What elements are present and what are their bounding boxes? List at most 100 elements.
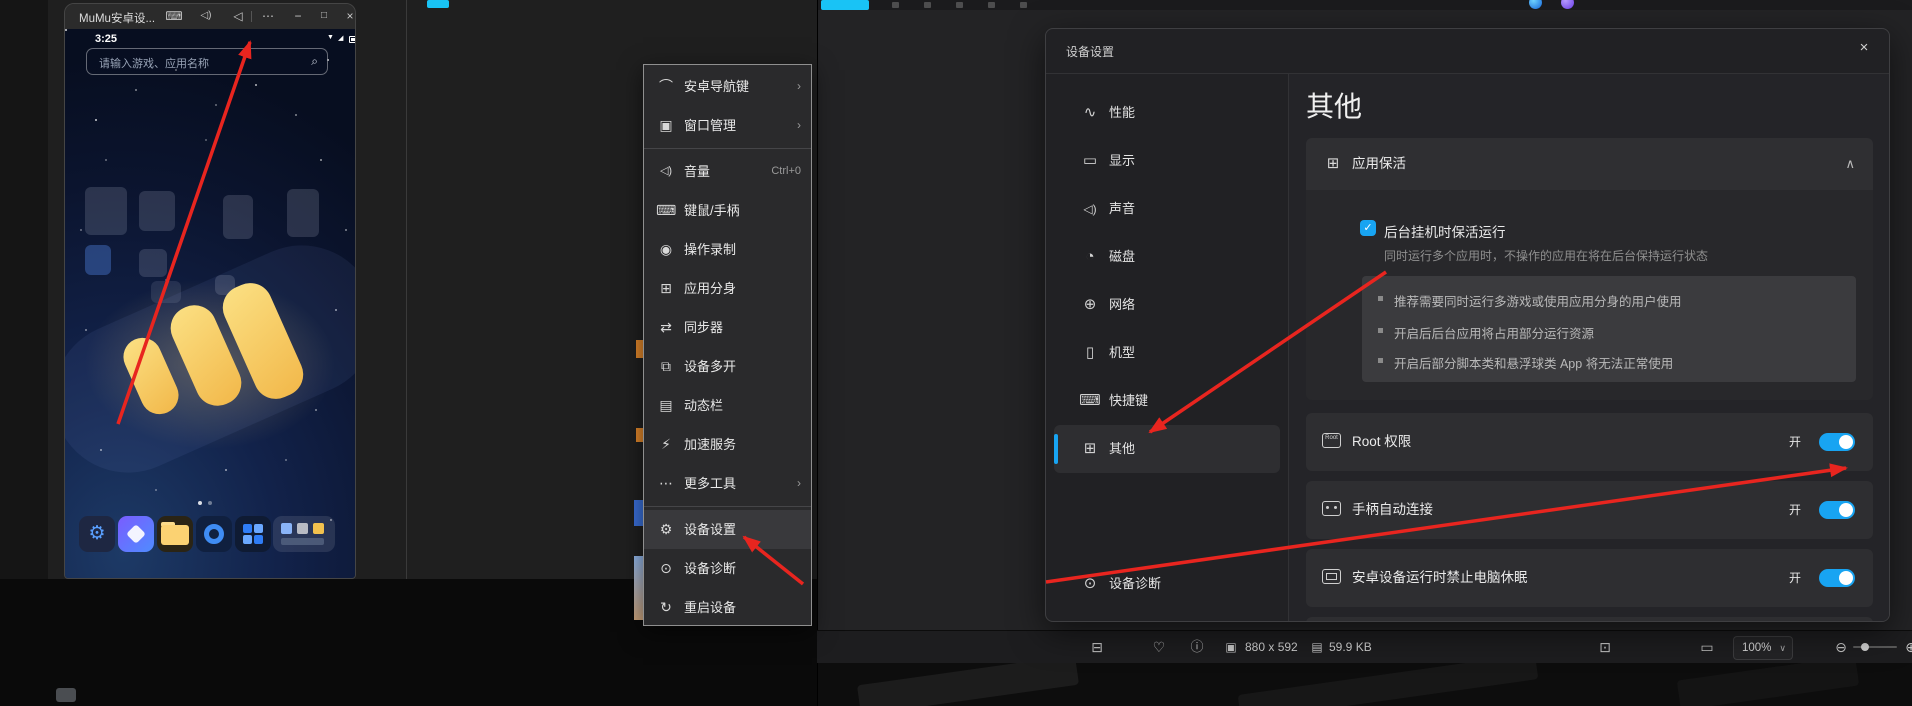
keep-alive-description: 同时运行多个应用时，不操作的应用在将在后台保持运行状态 — [1384, 249, 1709, 263]
phone-statusbar: 3:25 ▼ ◢ — [65, 29, 355, 47]
sidebar-item-diagnose[interactable]: ⊙ 设备诊断 — [1054, 560, 1280, 608]
ghost-app-tile — [287, 189, 319, 237]
toolbar-app-icon-blue[interactable] — [1529, 0, 1542, 9]
file-size: 59.9 KB — [1329, 640, 1372, 654]
titlebar-separator — [251, 11, 252, 22]
menu-item-sync[interactable]: ⇄ 同步器 — [644, 308, 811, 347]
bullet-mark — [1378, 296, 1383, 301]
other-icon: ⊞ — [1083, 440, 1097, 457]
toolbar-icon[interactable] — [924, 2, 931, 8]
menu-item-volume[interactable]: ◁) 音量 Ctrl+0 — [644, 152, 811, 191]
disk-icon: ◔ — [1085, 248, 1095, 265]
emulator-title: MuMu安卓设... — [79, 13, 156, 25]
volume-icon[interactable]: ◁) — [197, 7, 215, 25]
menu-divider — [644, 148, 811, 149]
page-title-other: 其他 — [1306, 91, 1363, 122]
favorite-icon[interactable]: ♡ — [1149, 631, 1169, 663]
zoom-slider-knob[interactable] — [1861, 643, 1869, 651]
toolbar-icon[interactable] — [1020, 2, 1027, 8]
sidebar-item-performance[interactable]: ∿ 性能 — [1054, 89, 1280, 137]
sidebar-item-network[interactable]: ⊕ 网络 — [1054, 281, 1280, 329]
keep-alive-header[interactable]: ⊞ 应用保活 ∧ — [1306, 138, 1873, 190]
menu-item-app-clone[interactable]: ⊞ 应用分身 — [644, 269, 811, 308]
menu-item-android-nav[interactable]: ⌒ 安卓导航键 › — [644, 67, 811, 106]
toolbar-blue-button[interactable] — [821, 0, 869, 10]
dock-folder[interactable] — [157, 516, 193, 552]
menu-item-keyboard-gamepad[interactable]: ⌨ 键鼠/手柄 — [644, 191, 811, 230]
toggle-state-label: 开 — [1788, 503, 1801, 517]
window-manage-icon: ▣ — [659, 117, 673, 133]
search-icon[interactable]: ⌕ — [311, 54, 318, 69]
menu-item-multi-instance[interactable]: ⧉ 设备多开 — [644, 347, 811, 386]
collapse-icon[interactable]: ∧ — [1845, 138, 1855, 190]
root-permission-toggle[interactable] — [1819, 433, 1855, 451]
keep-alive-icon: ⊞ — [1326, 155, 1340, 172]
more-menu-icon[interactable]: ⋯ — [259, 7, 277, 25]
search-placeholder: 请输入游戏、应用名称 — [99, 58, 209, 70]
menu-item-restart[interactable]: ↻ 重启设备 — [644, 588, 811, 627]
fit-to-window-icon[interactable]: ⊡ — [1595, 631, 1615, 663]
dock-store-app[interactable] — [118, 516, 154, 552]
android-screen[interactable]: 3:25 ▼ ◢ 请输入游戏、应用名称 ⌕ ⚙ — [65, 29, 355, 578]
menu-item-more-tools[interactable]: ⋯ 更多工具 › — [644, 464, 811, 503]
wifi-icon: ▼ — [327, 34, 334, 41]
zoom-slider[interactable] — [1853, 643, 1897, 651]
toolbar-icon[interactable] — [956, 2, 963, 8]
menu-item-record[interactable]: ◉ 操作录制 — [644, 230, 811, 269]
sidebar-item-disk[interactable]: ◔ 磁盘 — [1054, 233, 1280, 281]
dock-browser-app[interactable] — [196, 516, 232, 552]
maximize-icon[interactable]: □ — [315, 7, 333, 25]
zoom-in-icon[interactable]: ⊕ — [1901, 631, 1912, 663]
zoom-level-dropdown[interactable]: 100% ∨ — [1733, 636, 1793, 660]
device-settings-icon: ⚙ — [659, 521, 673, 537]
sidebar-divider — [1288, 74, 1289, 621]
toggle-state-label: 开 — [1788, 571, 1801, 585]
sidebar-item-other[interactable]: ⊞ 其他 — [1054, 425, 1280, 473]
bullet-mark — [1378, 358, 1383, 363]
shortcut-hint: Ctrl+0 — [771, 165, 801, 177]
close-icon[interactable]: × — [341, 7, 355, 25]
menu-item-device-diagnose[interactable]: ⊙ 设备诊断 — [644, 549, 811, 588]
sidebar-item-model[interactable]: ▯ 机型 — [1054, 329, 1280, 377]
toolbar-icon[interactable] — [892, 2, 899, 8]
menu-item-dynamic-bar[interactable]: ▤ 动态栏 — [644, 386, 811, 425]
toolbar-app-icon-purple[interactable] — [1561, 0, 1574, 9]
dock-settings-app[interactable]: ⚙ — [79, 516, 115, 552]
minimize-icon[interactable]: − — [289, 7, 307, 25]
sync-icon: ⇄ — [660, 319, 672, 335]
store-icon — [126, 524, 146, 544]
note-line: 开启后部分脚本类和悬浮球类 App 将无法正常使用 — [1394, 357, 1674, 371]
battery-icon — [349, 36, 355, 43]
toggle-state-label: 开 — [1788, 435, 1801, 449]
sidebar-item-display[interactable]: ▭ 显示 — [1054, 137, 1280, 185]
phone-clock: 3:25 — [95, 33, 118, 45]
sidebar-item-sound[interactable]: ◁) 声音 — [1054, 185, 1280, 233]
page-indicator-dot — [198, 501, 202, 505]
menu-item-window-manage[interactable]: ▣ 窗口管理 › — [644, 106, 811, 145]
dock-widget-cluster[interactable] — [273, 516, 335, 552]
row-gamepad-autoconnect: 手柄自动连接 开 — [1306, 481, 1873, 539]
dock-appmarket-app[interactable] — [235, 516, 271, 552]
sidebar-item-shortcuts[interactable]: ⌨ 快捷键 — [1054, 377, 1280, 425]
boost-icon: ⚡ — [661, 436, 671, 452]
sound-icon: ◁) — [1083, 202, 1097, 216]
menu-item-device-settings[interactable]: ⚙ 设备设置 — [644, 510, 811, 549]
close-icon[interactable]: × — [1853, 37, 1875, 59]
record-icon: ◉ — [659, 241, 673, 257]
gamepad-autoconnect-toggle[interactable] — [1819, 501, 1855, 519]
info-icon[interactable]: ⓘ — [1187, 631, 1207, 663]
keep-alive-checkbox[interactable]: ✓ — [1360, 220, 1376, 236]
back-icon[interactable]: ◁ — [229, 7, 247, 25]
zoom-out-icon[interactable]: ⊖ — [1831, 631, 1851, 663]
fullscreen-icon[interactable]: ▭ — [1697, 631, 1717, 663]
menu-item-boost[interactable]: ⚡ 加速服务 — [644, 425, 811, 464]
prevent-sleep-toggle[interactable] — [1819, 569, 1855, 587]
search-input[interactable]: 请输入游戏、应用名称 ⌕ — [86, 48, 328, 75]
ghost-app-tile-blue — [85, 245, 111, 275]
viewer-statusbar: ⊟ ♡ ⓘ ▣ 880 x 592 ▤ 59.9 KB ⊡ ▭ 100% ∨ ⊖… — [817, 630, 1912, 663]
emulator-titlebar[interactable]: MuMu安卓设... ⌨ ◁) ◁ ⋯ − □ × — [65, 4, 355, 29]
toolbar-icon[interactable] — [988, 2, 995, 8]
keyboard-icon[interactable]: ⌨ — [165, 7, 183, 25]
chevron-right-icon: › — [797, 476, 801, 490]
device-icon[interactable]: ⊟ — [1087, 631, 1107, 663]
